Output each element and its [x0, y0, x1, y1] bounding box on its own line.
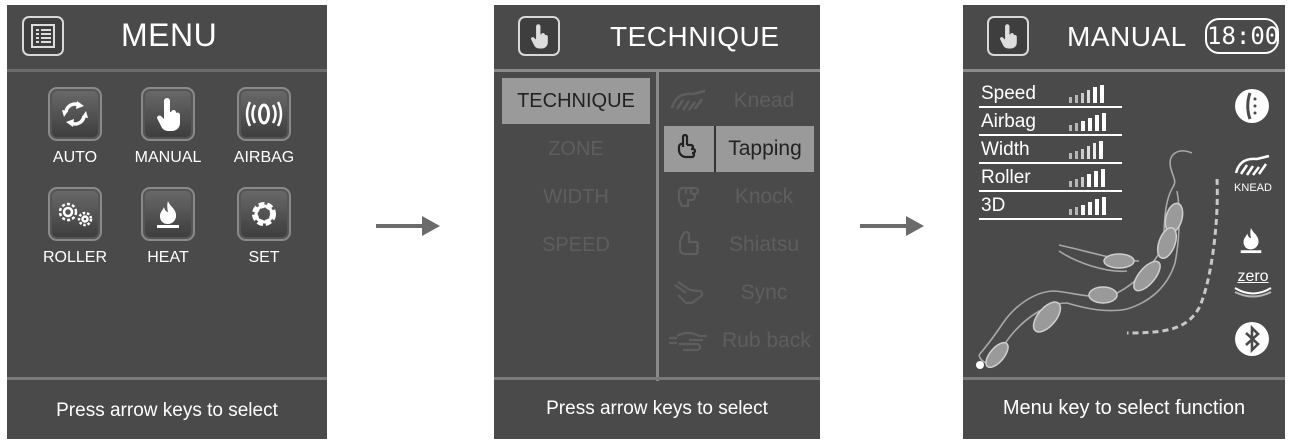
header-divider: [963, 69, 1285, 72]
heat-flame-icon[interactable]: [1237, 225, 1265, 260]
settings-gear-icon: [237, 187, 291, 241]
body-figure-icon: [976, 150, 1219, 369]
spine-icon: [1233, 87, 1271, 130]
hand-pointer-icon: [141, 87, 195, 141]
rotate-arrows-icon: [48, 87, 102, 141]
technique-tapping[interactable]: Tapping: [664, 126, 814, 172]
tile-manual[interactable]: MANUAL: [133, 87, 203, 167]
param-label: Speed: [981, 83, 1036, 104]
zero-gravity-icon: [1234, 287, 1272, 298]
menu-screen: MENU AUTO MANUAL AIRBAG ROLLER HEAT SET …: [7, 5, 327, 439]
knead-hand-icon: [1234, 154, 1270, 176]
sync-hand-icon: [664, 270, 714, 316]
technique-label: Shiatsu: [728, 233, 800, 256]
category-technique[interactable]: TECHNIQUE: [502, 78, 650, 124]
footer-divider: [494, 377, 820, 380]
footer-hint: Menu key to select function: [1002, 397, 1246, 419]
technique-rub-back[interactable]: Rub back: [664, 318, 814, 364]
tile-roller[interactable]: ROLLER: [40, 187, 110, 267]
technique-sync[interactable]: Sync: [664, 270, 814, 316]
manual-screen: MANUAL 18:00 Speed Airbag Width Roller 3…: [963, 5, 1285, 439]
shiatsu-thumb-icon: [664, 222, 714, 268]
tile-label: MANUAL: [134, 149, 202, 166]
zero-gravity-mode[interactable]: zero: [1231, 269, 1275, 304]
header-divider: [7, 69, 327, 72]
zero-label: zero: [1237, 268, 1269, 285]
footer-hint: Press arrow keys to select: [546, 398, 768, 419]
level-bars: [1069, 85, 1104, 103]
arrow-right-icon: [860, 216, 924, 236]
tile-label: HEAT: [147, 249, 189, 266]
param-airbag[interactable]: Airbag: [979, 106, 1122, 136]
menu-list-icon[interactable]: [22, 16, 64, 56]
tapping-hand-icon: [664, 126, 716, 172]
category-zone[interactable]: ZONE: [502, 126, 650, 172]
hand-pointer-icon[interactable]: [518, 16, 560, 56]
category-width[interactable]: WIDTH: [502, 174, 650, 220]
footer-divider: [7, 377, 327, 380]
menu-title: MENU: [121, 17, 218, 53]
technique-title: TECHNIQUE: [610, 21, 780, 52]
manual-header: MANUAL 18:00: [963, 5, 1285, 69]
tile-airbag[interactable]: AIRBAG: [229, 87, 299, 167]
manual-title: MANUAL: [1067, 21, 1187, 52]
clock-display: 18:00: [1205, 18, 1279, 54]
category-speed[interactable]: SPEED: [502, 222, 650, 268]
technique-shiatsu[interactable]: Shiatsu: [664, 222, 814, 268]
technique-label: Knead: [733, 89, 795, 112]
arrow-right-icon: [376, 216, 440, 236]
technique-label: Tapping: [728, 137, 802, 160]
tile-auto[interactable]: AUTO: [40, 87, 110, 167]
flame-icon: [141, 187, 195, 241]
knead-label: KNEAD: [1234, 182, 1272, 194]
footer-hint: Press arrow keys to select: [56, 400, 278, 421]
bluetooth-icon[interactable]: [1234, 321, 1270, 362]
menu-header: MENU: [7, 5, 327, 69]
knead-mode[interactable]: KNEAD: [1229, 153, 1277, 194]
param-label: Airbag: [981, 111, 1036, 132]
airbag-icon: [237, 87, 291, 141]
gears-icon: [48, 187, 102, 241]
tile-heat[interactable]: HEAT: [133, 187, 203, 267]
column-divider: [656, 69, 659, 381]
technique-knead[interactable]: Knead: [664, 78, 814, 124]
footer-divider: [963, 377, 1285, 380]
tile-label: AUTO: [52, 149, 98, 166]
hand-pointer-icon[interactable]: [987, 16, 1029, 56]
param-speed[interactable]: Speed: [979, 78, 1122, 108]
knead-hand-icon: [664, 78, 714, 124]
technique-screen: TECHNIQUE TECHNIQUE ZONE WIDTH SPEED Kne…: [494, 5, 820, 439]
tile-label: ROLLER: [42, 249, 108, 266]
knock-fist-icon: [664, 174, 714, 220]
technique-knock[interactable]: Knock: [664, 174, 814, 220]
technique-label: Sync: [740, 281, 788, 304]
tile-label: AIRBAG: [233, 149, 295, 166]
technique-label: Knock: [734, 185, 794, 208]
rub-back-hand-icon: [664, 318, 714, 364]
tile-label: SET: [248, 249, 280, 266]
level-bars: [1069, 113, 1106, 131]
technique-label: Rub back: [722, 329, 811, 352]
technique-header: TECHNIQUE: [494, 5, 820, 69]
tile-set[interactable]: SET: [229, 187, 299, 267]
